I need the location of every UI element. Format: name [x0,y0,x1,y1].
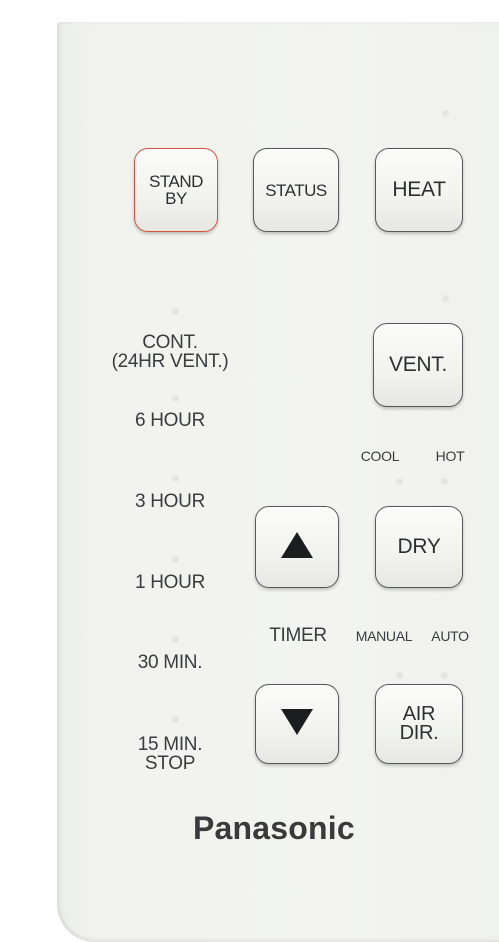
one-hour-label: 1 HOUR [135,572,205,593]
vent-button[interactable]: VENT. [373,323,463,407]
fifteen-min-label: 15 MIN. STOP [90,735,250,773]
vent-label: VENT. [388,353,447,376]
indicator-dot [172,556,179,563]
standby-label-line2: BY [165,189,187,208]
indicator-dot [396,672,403,679]
fifteen-min-line1: 15 MIN. [137,734,203,755]
indicator-dot [442,110,449,117]
timer-label: TIMER [269,625,327,646]
status-button[interactable]: STATUS [253,148,339,232]
auto-label: AUTO [431,628,469,644]
brand-logo: Panasonic [193,810,355,846]
heat-button[interactable]: HEAT [375,148,463,232]
standby-label-line1: STAND [149,172,203,191]
down-triangle-icon [279,707,315,742]
heat-label: HEAT [392,178,446,201]
dry-label: DRY [397,535,441,558]
manual-label: MANUAL [355,628,413,644]
standby-button[interactable]: STAND BY [134,148,218,232]
indicator-dot [172,716,179,723]
cont-label-line2: (24HR VENT.) [111,351,229,372]
fifteen-min-line2: STOP [144,753,196,774]
timer-up-button[interactable] [255,506,339,588]
up-triangle-icon [279,530,315,565]
thirty-min-label: 30 MIN. [137,652,203,673]
six-hour-label: 6 HOUR [135,410,205,431]
dry-button[interactable]: DRY [375,506,463,588]
cool-label: COOL [360,448,400,464]
status-label: STATUS [265,180,327,200]
hot-label: HOT [435,448,465,464]
cont-label-line1: CONT. [142,332,198,353]
cont-label: CONT. (24HR VENT.) [80,333,260,371]
three-hour-label: 3 HOUR [135,491,205,512]
air-dir-button[interactable]: AIR DIR. [375,684,463,764]
indicator-dot [441,478,448,485]
air-dir-line2: DIR. [399,722,439,744]
indicator-dot [442,295,449,302]
indicator-dot [172,308,179,315]
indicator-dot [172,475,179,482]
indicator-dot [172,636,179,643]
timer-down-button[interactable] [255,684,339,764]
indicator-dot [396,478,403,485]
indicator-dot [172,395,179,402]
indicator-dot [441,672,448,679]
